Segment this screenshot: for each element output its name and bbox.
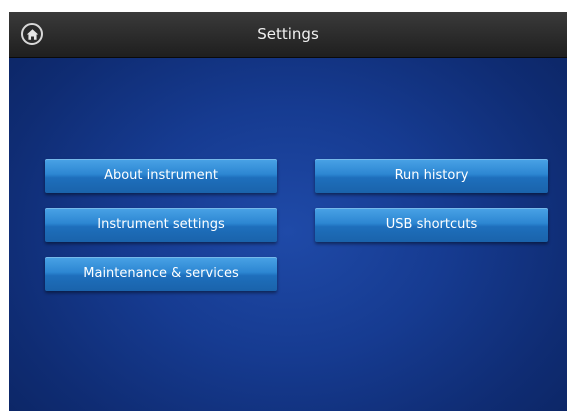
about-instrument-button[interactable]: About instrument bbox=[45, 159, 277, 193]
instrument-settings-button[interactable]: Instrument settings bbox=[45, 208, 277, 242]
settings-screen: Settings About instrument Run history In… bbox=[9, 12, 567, 411]
maintenance-services-button[interactable]: Maintenance & services bbox=[45, 257, 277, 291]
page-title: Settings bbox=[257, 25, 319, 43]
title-bar: Settings bbox=[9, 12, 567, 58]
usb-shortcuts-button[interactable]: USB shortcuts bbox=[315, 208, 548, 242]
run-history-button[interactable]: Run history bbox=[315, 159, 548, 193]
